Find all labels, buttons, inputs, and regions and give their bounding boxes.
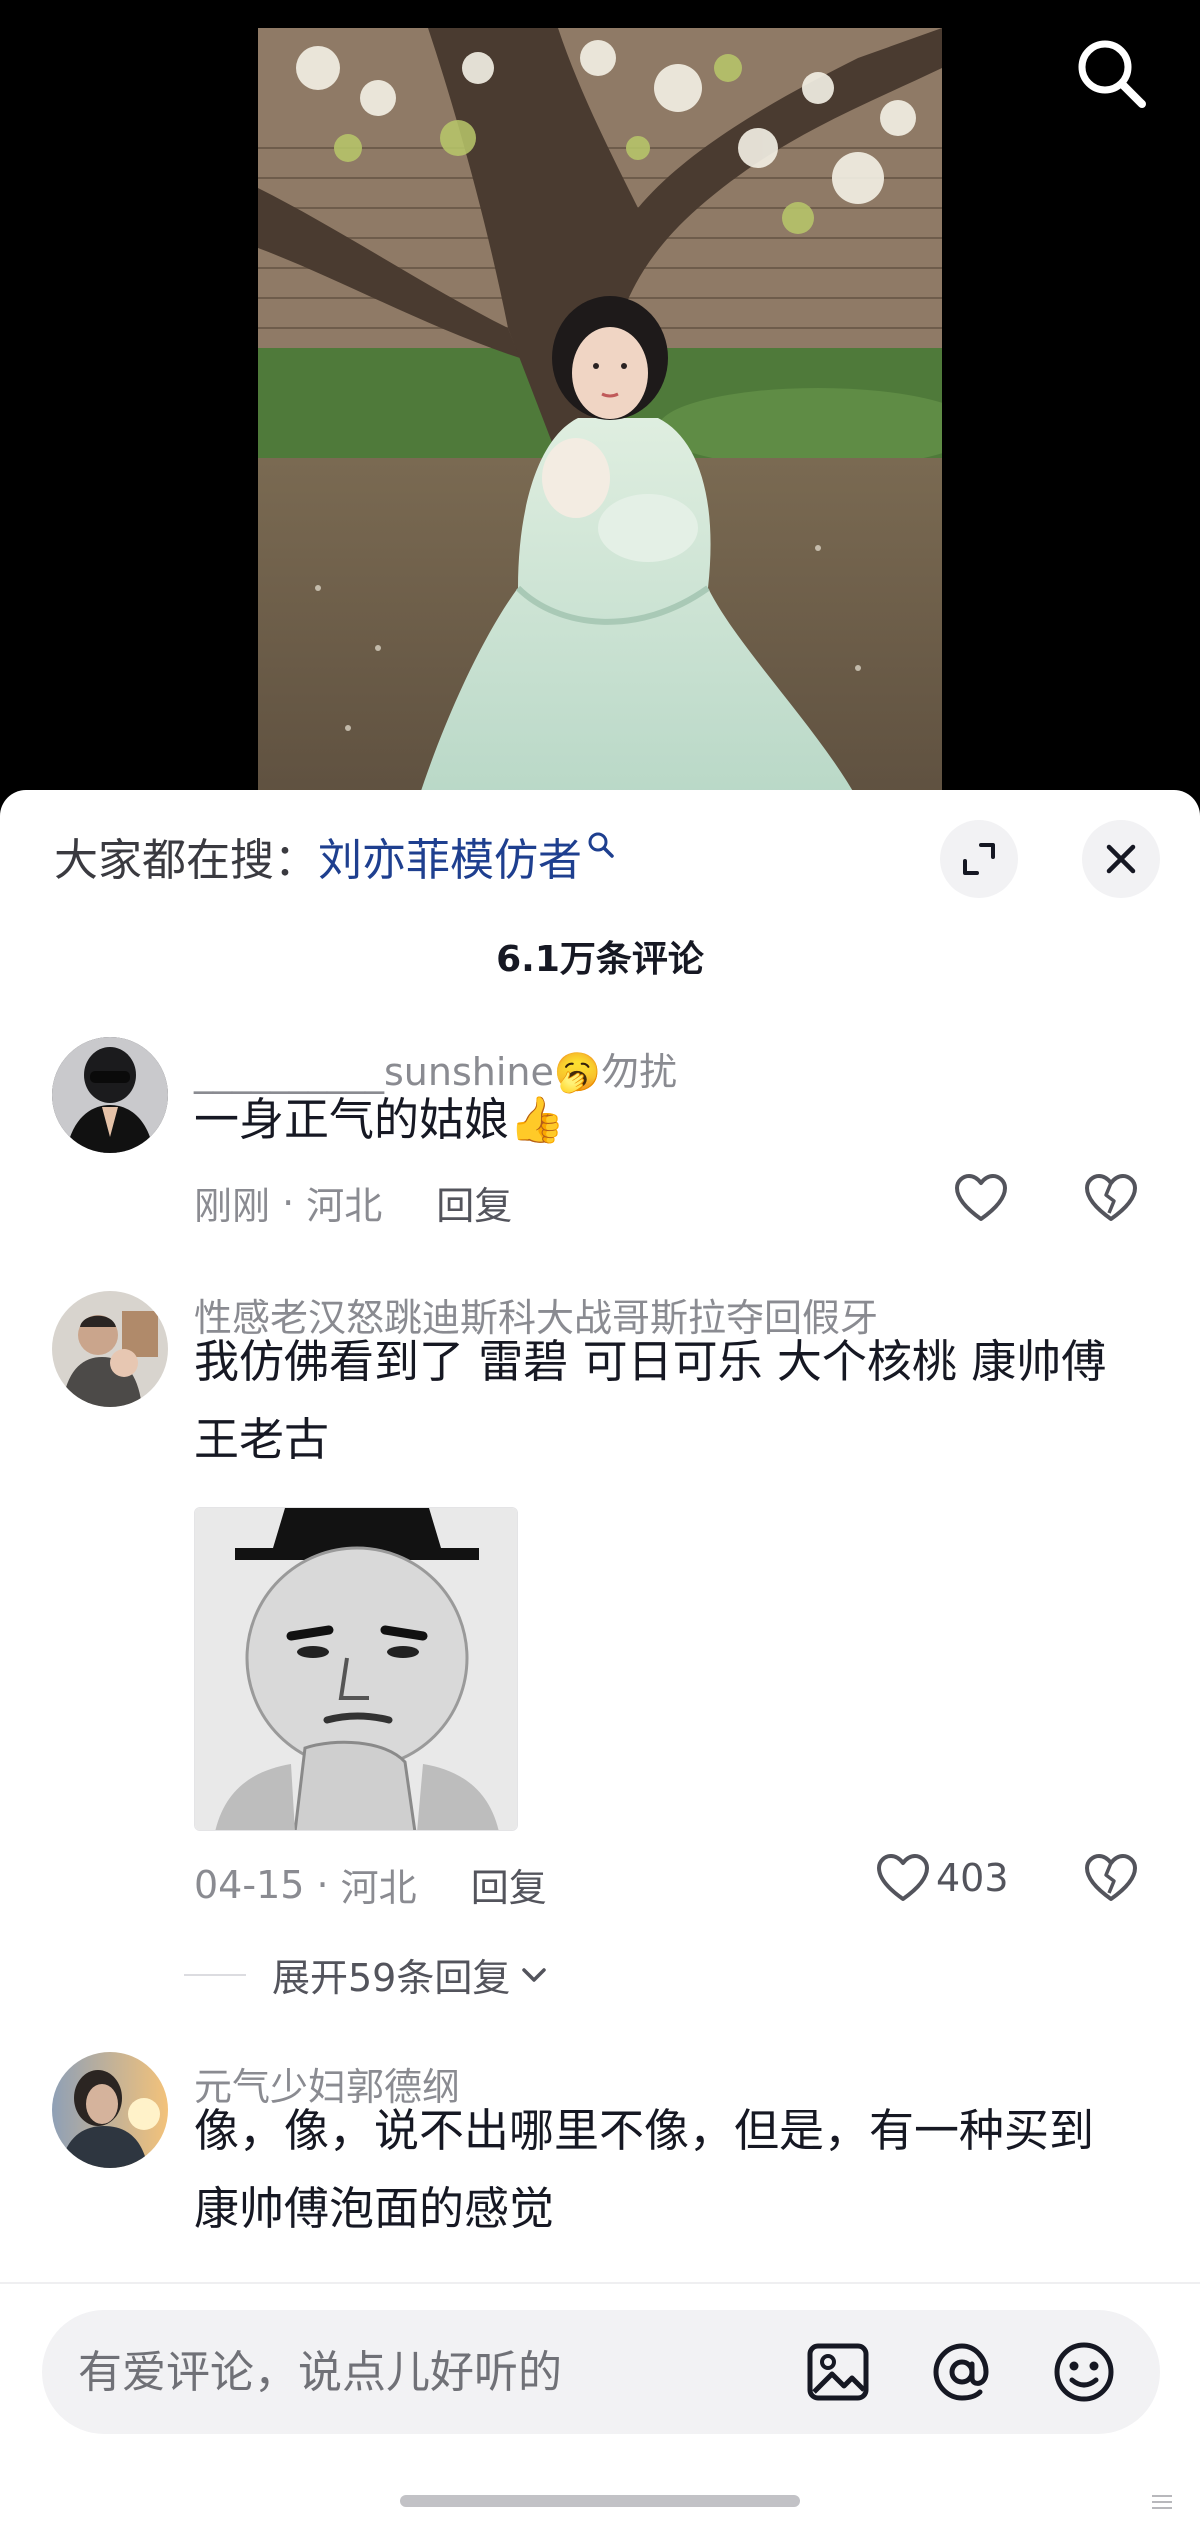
reply-button[interactable]: 回复 xyxy=(436,1175,512,1230)
mention-button[interactable] xyxy=(928,2338,996,2406)
heart-icon xyxy=(955,1174,1007,1221)
heart-icon xyxy=(877,1854,929,1901)
comment-sticker-image[interactable] xyxy=(194,1507,518,1831)
video-frame[interactable] xyxy=(258,28,942,800)
like-button[interactable]: 403 xyxy=(876,1853,1009,1903)
comment-text: 一身正气的姑娘👍 xyxy=(194,1093,566,1146)
close-button[interactable] xyxy=(1082,820,1160,898)
menu-lines-icon xyxy=(1152,2495,1172,2509)
expand-sheet-button[interactable] xyxy=(940,820,1018,898)
insert-image-button[interactable] xyxy=(804,2338,872,2406)
meme-face-image xyxy=(195,1508,517,1830)
dislike-button[interactable] xyxy=(1084,1173,1138,1227)
home-indicator[interactable] xyxy=(400,2495,800,2507)
expand-icon xyxy=(963,843,995,875)
broken-heart-icon xyxy=(1085,1174,1137,1221)
meta-separator: · xyxy=(270,1180,307,1225)
comment-count-title: 6.1万条评论 xyxy=(496,939,704,980)
broken-heart-icon xyxy=(1085,1854,1137,1901)
avatar[interactable] xyxy=(52,2052,168,2168)
comment-text: 像，像，说不出哪里不像，但是，有一种买到康帅傅泡面的感觉 xyxy=(194,2104,1095,2235)
expand-replies-label: 展开59条回复 xyxy=(272,1956,511,2000)
comment-input[interactable] xyxy=(78,2332,778,2412)
avatar-image xyxy=(52,1291,168,1407)
avatar-image xyxy=(52,1037,168,1153)
close-icon xyxy=(1106,844,1136,874)
search-button[interactable] xyxy=(1072,34,1152,114)
trending-search-link[interactable]: 刘亦菲模仿者 xyxy=(318,824,582,888)
comment-item: 元气少妇郭德纲 像，像，说不出哪里不像，但是，有一种买到康帅傅泡面的感觉 xyxy=(0,2052,1200,2292)
comment-location: 河北 xyxy=(340,1866,417,1910)
search-icon xyxy=(1078,40,1146,108)
at-mention-icon xyxy=(933,2343,989,2401)
comment-meta: 04-15 · 河北 回复 xyxy=(194,1857,547,1912)
comment-sheet: 大家都在搜： 刘亦菲模仿者 6.1万条评论 __________sunshine… xyxy=(0,790,1200,2542)
trending-search-bar[interactable]: 大家都在搜： 刘亦菲模仿者 xyxy=(54,826,616,886)
reply-button[interactable]: 回复 xyxy=(471,1857,547,1912)
comment-item: 性感老汉怒跳迪斯科大战哥斯拉夺回假牙 我仿佛看到了 雷碧 可日可乐 大个核桃 康… xyxy=(0,1287,1200,2000)
trending-prefix: 大家都在搜： xyxy=(54,835,318,886)
comment-time: 04-15 xyxy=(194,1862,305,1907)
video-still-image xyxy=(258,28,942,800)
avatar[interactable] xyxy=(52,1037,168,1153)
expand-replies-button[interactable]: 展开59条回复 xyxy=(184,1947,552,2002)
like-button[interactable] xyxy=(954,1173,1008,1223)
avatar-image xyxy=(52,2052,168,2168)
video-player[interactable] xyxy=(0,0,1200,800)
comment-time: 刚刚 xyxy=(194,1184,271,1228)
meta-separator: · xyxy=(304,1862,341,1907)
divider xyxy=(184,1973,246,1976)
image-icon xyxy=(807,2343,869,2401)
comment-input-bar[interactable] xyxy=(42,2310,1160,2434)
dislike-button[interactable] xyxy=(1084,1853,1138,1907)
divider xyxy=(0,2282,1200,2284)
chevron-down-icon xyxy=(522,1967,547,1982)
search-icon xyxy=(588,832,614,858)
comment-item: __________sunshine🥱勿扰 一身正气的姑娘👍 刚刚 · 河北 回… xyxy=(0,1025,1200,1285)
like-count: 403 xyxy=(936,1856,1009,1900)
emoji-button[interactable] xyxy=(1050,2338,1118,2406)
comment-meta: 刚刚 · 河北 回复 xyxy=(194,1175,512,1230)
emoji-icon xyxy=(1054,2342,1114,2402)
comment-text: 我仿佛看到了 雷碧 可日可乐 大个核桃 康帅傅 王老古 xyxy=(194,1335,1107,1466)
comment-location: 河北 xyxy=(306,1184,383,1228)
avatar[interactable] xyxy=(52,1291,168,1407)
